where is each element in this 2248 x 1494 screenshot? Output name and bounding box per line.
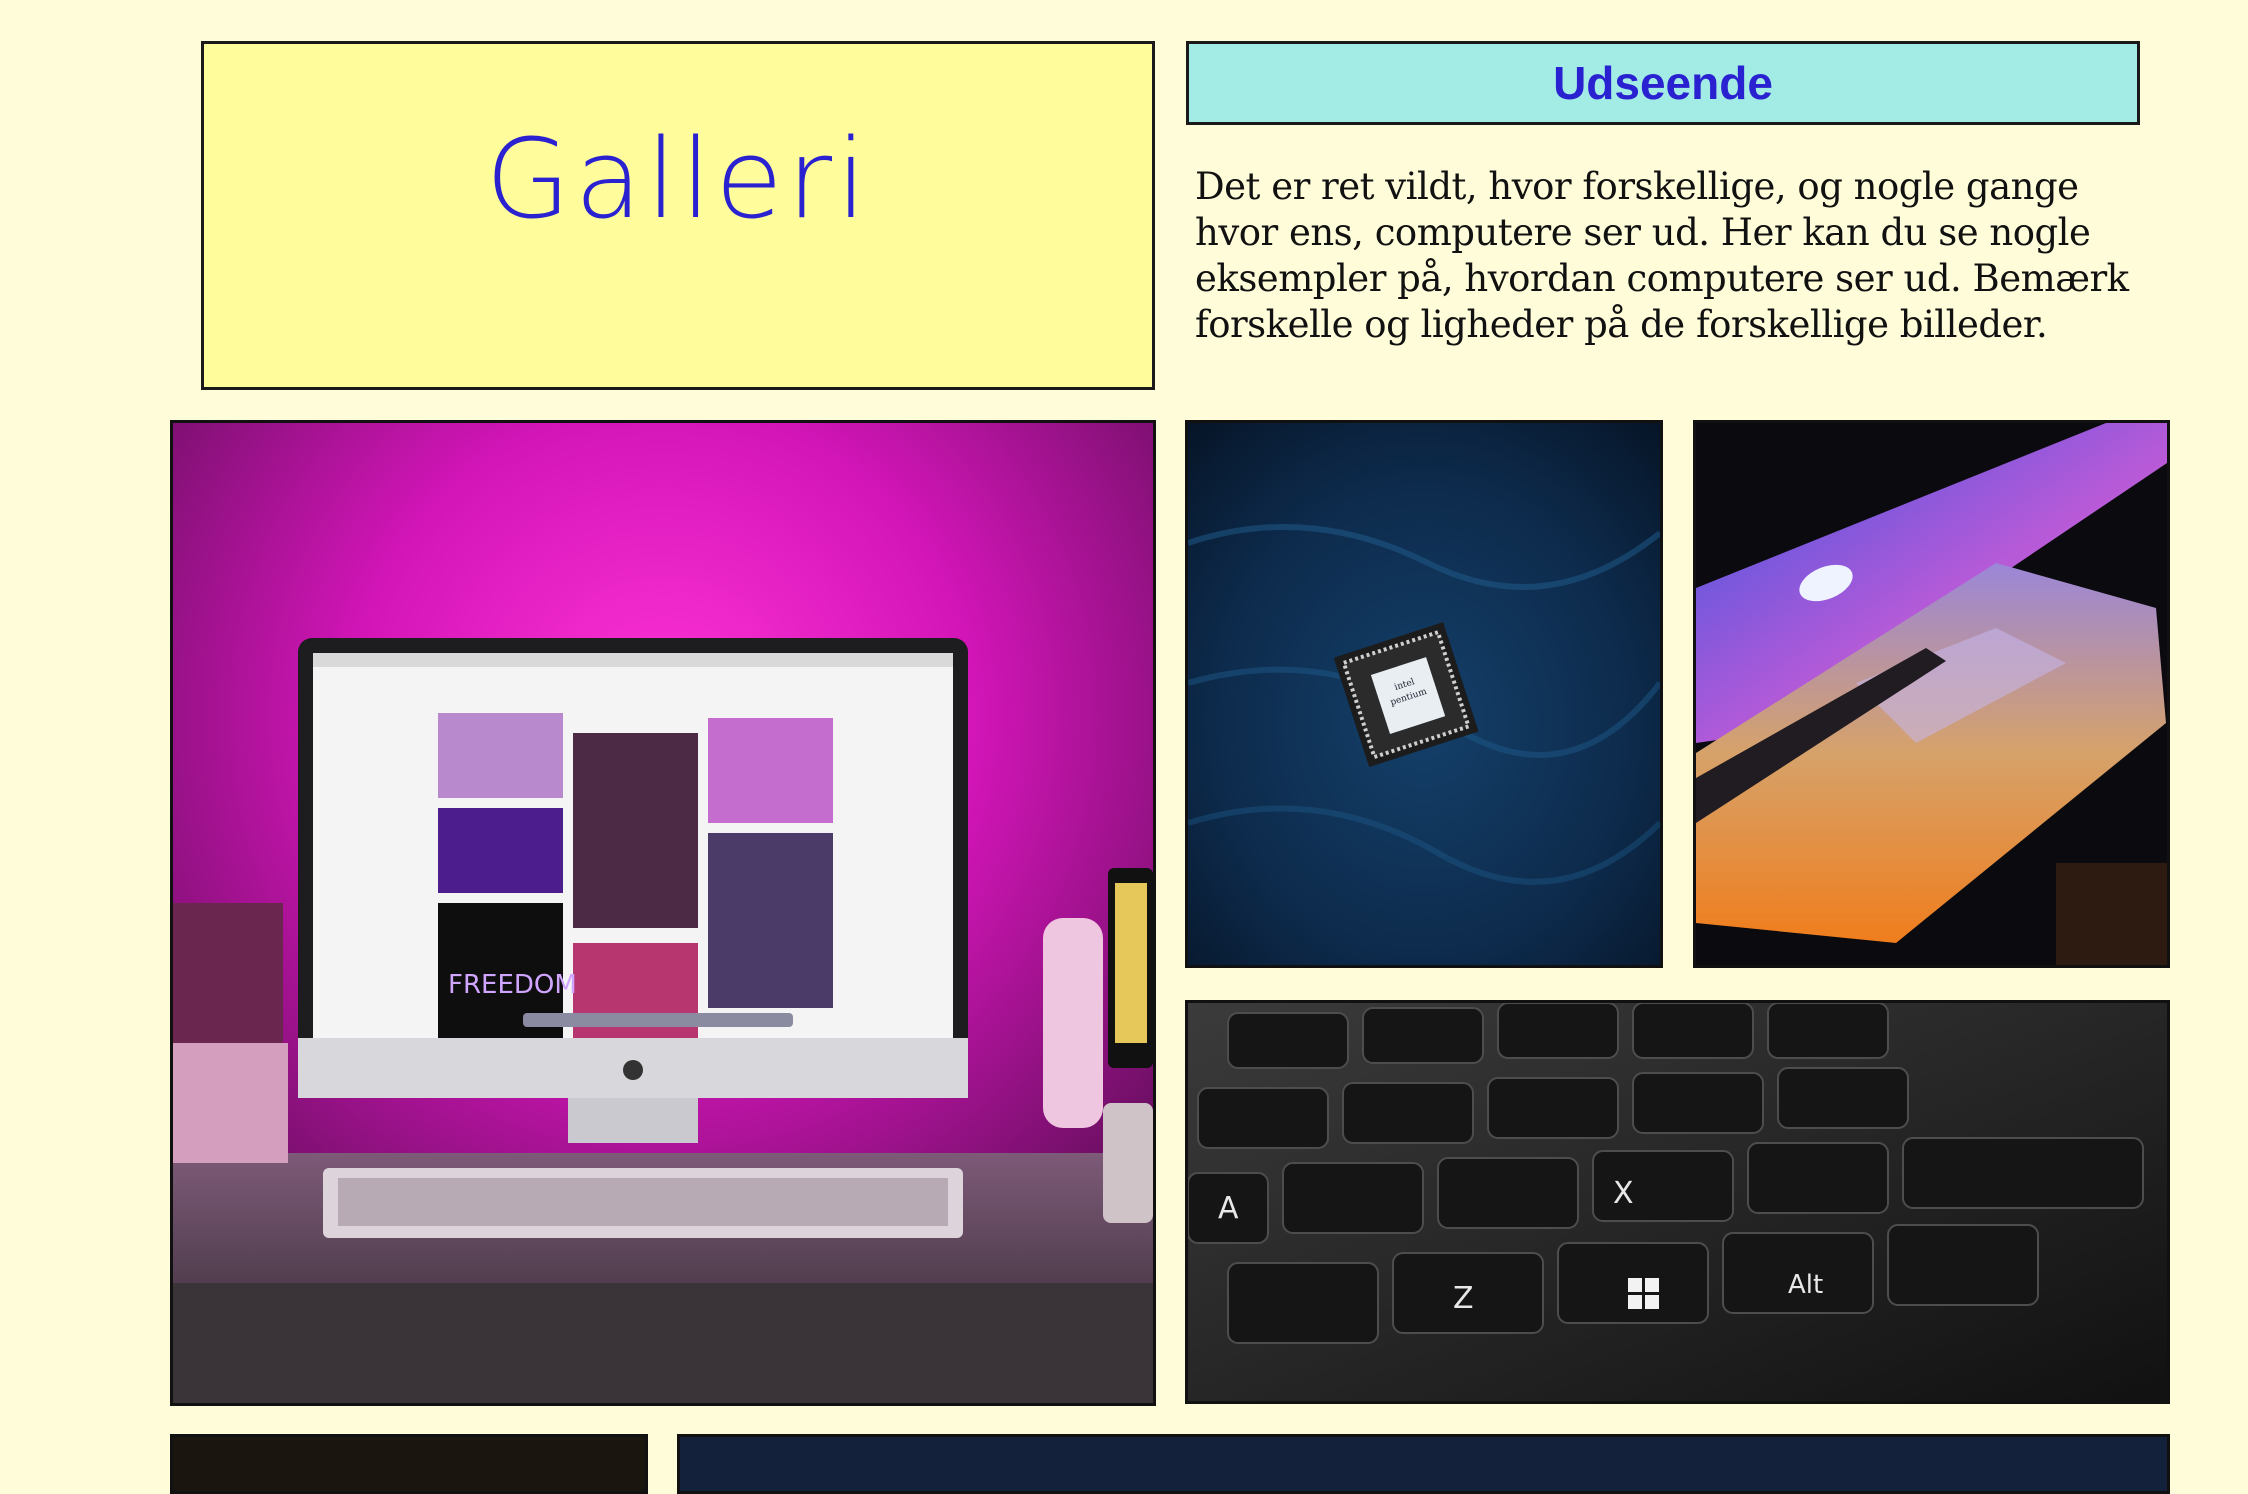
appearance-heading: Udseende	[1553, 57, 1773, 109]
appearance-heading-box: Udseende	[1186, 41, 2140, 125]
appearance-description: Det er ret vildt, hvor forskellige, og n…	[1195, 165, 2129, 346]
freedom-screen-text: FREEDOM	[448, 970, 577, 1000]
keyboard-photo[interactable]: A Z X Alt	[1185, 1000, 2170, 1404]
key-label-x: X	[1613, 1176, 1634, 1211]
cpu-chip-image: intel pentium	[1188, 423, 1660, 965]
bottom-right-photo[interactable]	[677, 1434, 2170, 1494]
key-label-z: Z	[1453, 1281, 1474, 1316]
gallery-title-box: Galleri	[201, 41, 1155, 390]
key-label-alt: Alt	[1788, 1270, 1823, 1300]
cpu-chip-photo[interactable]: intel pentium	[1185, 420, 1663, 968]
laptop-image	[1696, 423, 2167, 965]
laptop-photo[interactable]	[1693, 420, 2170, 968]
key-label-a: A	[1218, 1191, 1239, 1226]
keyboard-image: A Z X Alt	[1188, 1003, 2167, 1401]
imac-desk-image: FREEDOM	[173, 423, 1153, 1403]
imac-desk-photo[interactable]: FREEDOM	[170, 420, 1156, 1406]
page-title: Galleri	[485, 115, 871, 243]
bottom-left-photo[interactable]	[170, 1434, 648, 1494]
